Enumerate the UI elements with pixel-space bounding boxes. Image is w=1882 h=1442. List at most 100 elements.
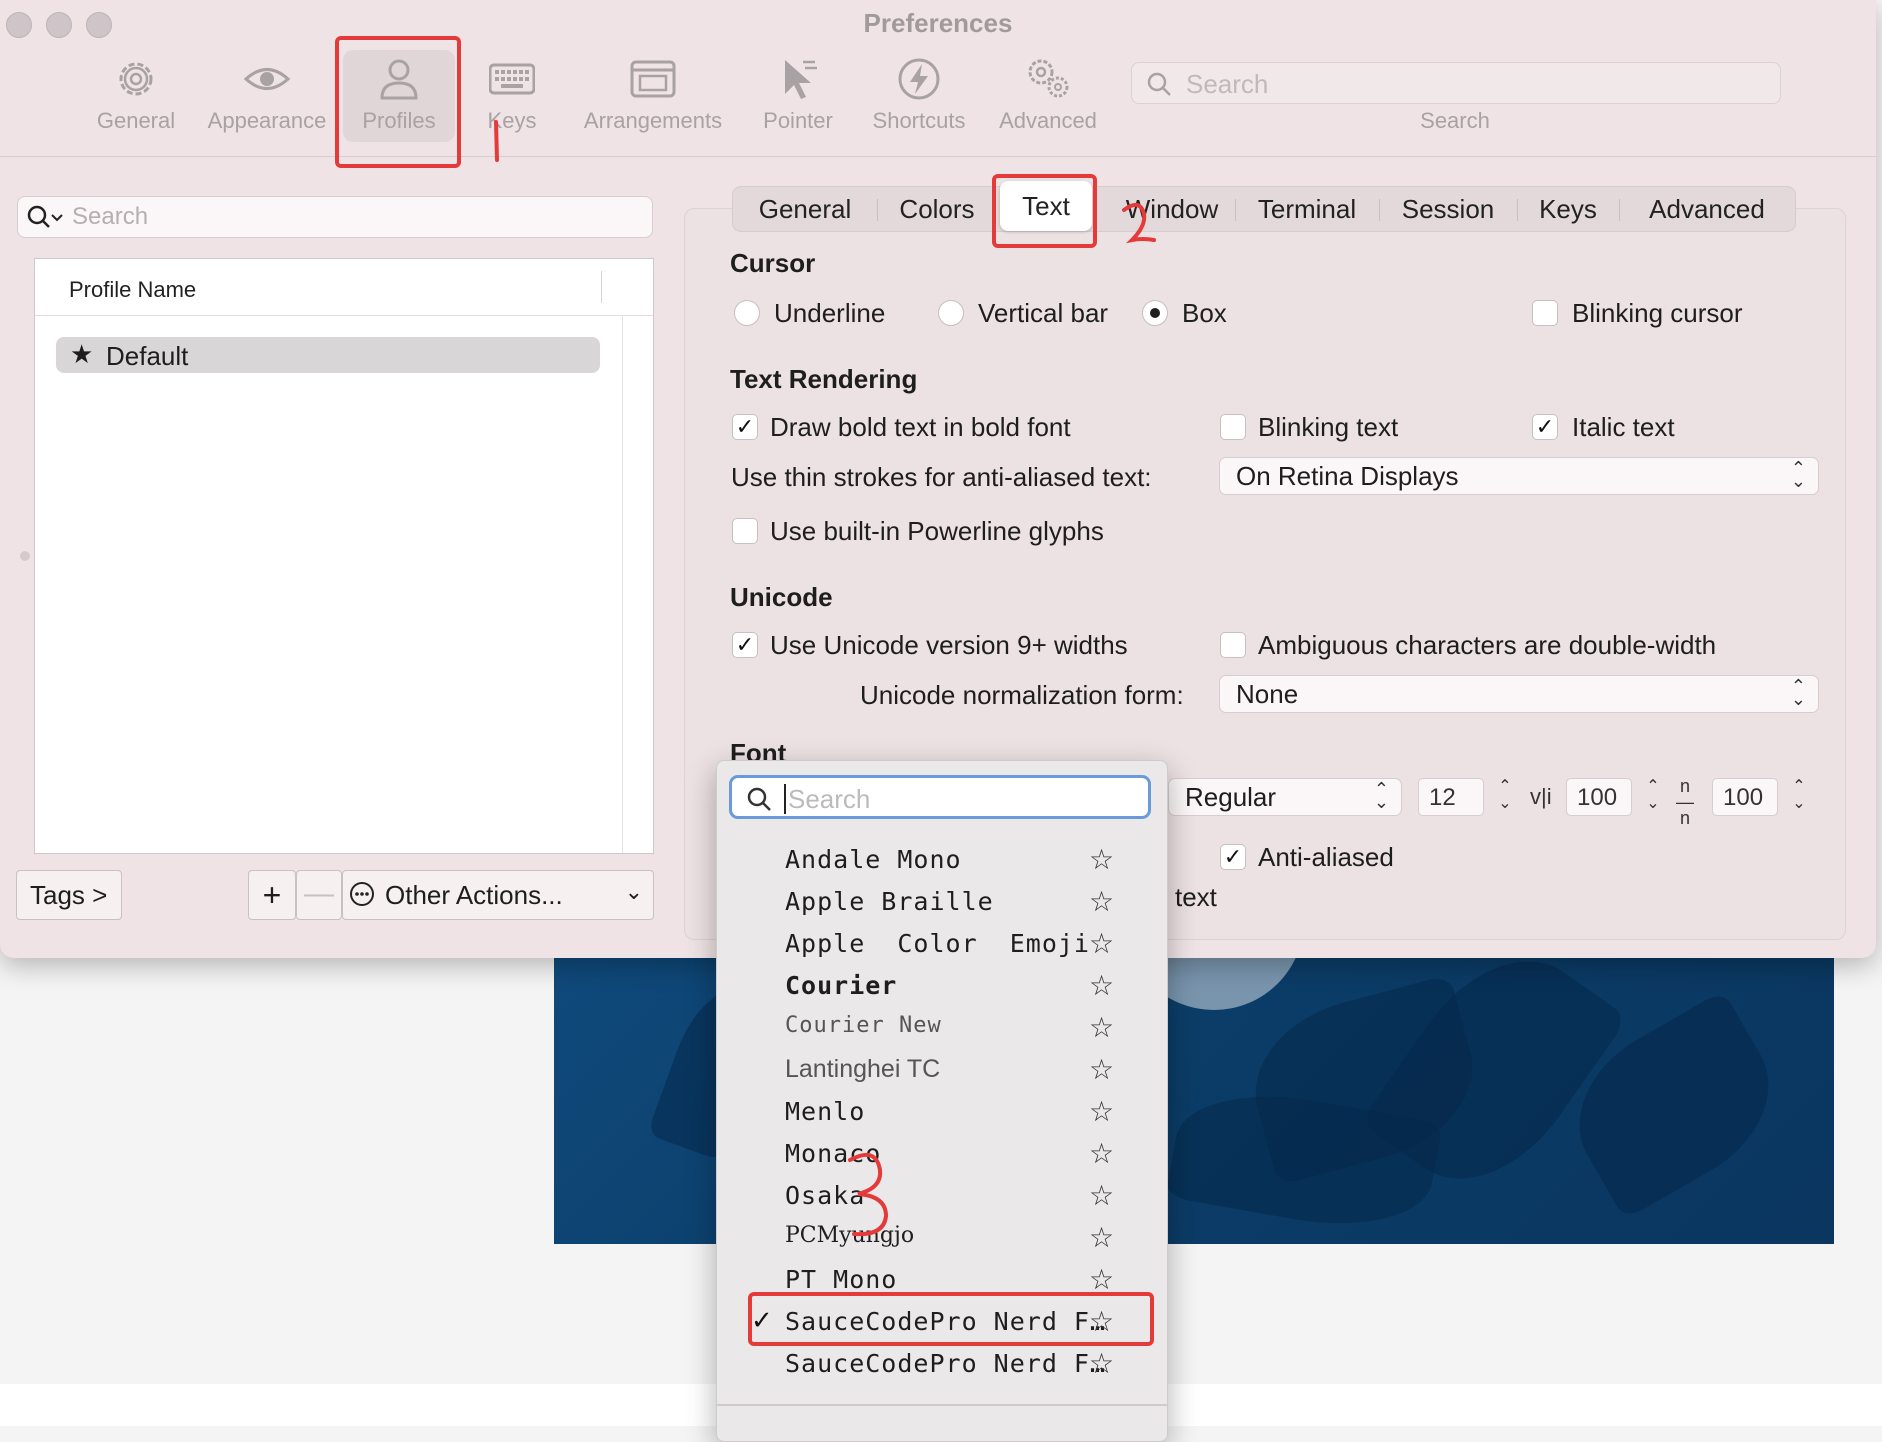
cursor-box-radio[interactable] <box>1142 300 1168 326</box>
font-item-pcmyungjo[interactable]: PCMyungjo ☆ <box>717 1217 1167 1259</box>
cursor-box-label: Box <box>1182 298 1227 328</box>
font-name: Menlo <box>785 1097 866 1126</box>
cursor-vertical-bar-radio[interactable] <box>938 300 964 326</box>
italic-text-label: Italic text <box>1572 412 1675 442</box>
favorite-star-icon[interactable]: ☆ <box>1089 1179 1114 1212</box>
windows-icon <box>630 60 676 98</box>
font-name: SauceCodePro Nerd F… <box>785 1349 1107 1378</box>
font-item-lantinghei-tc[interactable]: Lantinghei TC ☆ <box>717 1049 1167 1091</box>
eye-icon <box>244 68 290 90</box>
toolbar-advanced[interactable]: Advanced <box>996 56 1100 134</box>
font-item-courier[interactable]: Courier ☆ <box>717 965 1167 1007</box>
vertical-spacing-stepper[interactable]: ⌃ ⌄ <box>1640 778 1666 816</box>
profile-table: Profile Name ★ Default <box>34 258 654 854</box>
toolbar-arrangements[interactable]: Arrangements <box>578 56 728 134</box>
font-item-saucecodepro-nerd[interactable]: SauceCodePro Nerd F… ☆ <box>717 1343 1167 1385</box>
blinking-text-label: Blinking text <box>1258 412 1399 442</box>
toolbar-shortcuts[interactable]: Shortcuts <box>866 56 972 134</box>
chevron-down-icon: ⌄ <box>624 879 643 904</box>
remove-profile-button[interactable]: — <box>296 870 342 920</box>
blinking-cursor-checkbox[interactable] <box>1532 300 1558 326</box>
thin-strokes-select[interactable]: On Retina Displays ⌃ ⌄ <box>1219 457 1819 495</box>
other-actions-button[interactable]: Other Actions... ⌄ <box>342 870 654 920</box>
font-item-menlo[interactable]: Menlo ☆ <box>717 1091 1167 1133</box>
tab-general[interactable]: General <box>733 187 877 231</box>
ambiguous-width-label: Ambiguous characters are double-width <box>1258 630 1717 660</box>
annotation-box-profiles <box>335 36 461 168</box>
cursor-underline-radio[interactable] <box>734 300 760 326</box>
gears-icon <box>1028 59 1069 98</box>
toolbar-label: Shortcuts <box>872 108 966 133</box>
search-caption: Search <box>1420 108 1490 133</box>
font-name: Courier New <box>785 1013 942 1038</box>
font-item-courier-new[interactable]: Courier New ☆ <box>717 1007 1167 1049</box>
toolbar-general[interactable]: General <box>88 56 184 134</box>
toolbar: Preferences General Appearance Profiles … <box>0 0 1876 157</box>
tab-session[interactable]: Session <box>1379 187 1517 231</box>
vertical-spacing-field[interactable]: 100 <box>1566 778 1632 816</box>
font-size-field[interactable]: 12 <box>1418 778 1484 816</box>
font-item-apple-braille[interactable]: Apple Braille ☆ <box>717 881 1167 923</box>
font-name: PT Mono <box>785 1265 898 1294</box>
font-item-monaco[interactable]: Monaco ☆ <box>717 1133 1167 1175</box>
font-style-select[interactable]: Regular ⌃ ⌄ <box>1168 778 1402 816</box>
anti-aliased-checkbox[interactable]: ✓ <box>1220 844 1246 870</box>
horizontal-spacing-stepper[interactable]: ⌃ ⌄ <box>1786 778 1812 816</box>
favorite-star-icon[interactable]: ☆ <box>1089 969 1114 1002</box>
favorite-star-icon[interactable]: ☆ <box>1089 885 1114 918</box>
toolbar-label: Arrangements <box>583 108 723 133</box>
text-caret <box>784 784 786 814</box>
split-view-handle[interactable] <box>20 551 30 561</box>
favorite-star-icon[interactable]: ☆ <box>1089 1347 1114 1380</box>
horizontal-spacing-field[interactable]: 100 <box>1712 778 1778 816</box>
favorite-star-icon[interactable]: ☆ <box>1089 1011 1114 1044</box>
column-header-profile-name: Profile Name <box>69 277 197 302</box>
font-search-field[interactable]: Search <box>729 775 1151 819</box>
profile-search-field[interactable]: Search <box>17 196 653 238</box>
up-down-chevron-icon: ⌃ ⌄ <box>1373 779 1389 812</box>
annotation-step-2 <box>1122 202 1156 244</box>
annotation-step-1 <box>494 120 499 162</box>
search-icon <box>1147 72 1171 96</box>
font-item-apple-color-emoji[interactable]: Apple Color Emoji ☆ <box>717 923 1167 965</box>
normalization-select[interactable]: None ⌃ ⌄ <box>1219 675 1819 713</box>
italic-text-checkbox[interactable]: ✓ <box>1532 414 1558 440</box>
preferences-search-field[interactable]: Search <box>1131 62 1781 104</box>
unicode-widths-checkbox[interactable]: ✓ <box>732 632 758 658</box>
powerline-checkbox[interactable] <box>732 518 758 544</box>
favorite-star-icon[interactable]: ☆ <box>1089 1095 1114 1128</box>
add-profile-button[interactable]: + <box>248 870 296 920</box>
blinking-text-checkbox[interactable] <box>1220 414 1246 440</box>
font-size-stepper[interactable]: ⌃ ⌄ <box>1492 778 1518 816</box>
profile-row-default[interactable]: ★ Default <box>56 337 600 373</box>
thin-strokes-label: Use thin strokes for anti-aliased text: <box>731 462 1152 492</box>
font-item-andale-mono[interactable]: Andale Mono ☆ <box>717 839 1167 881</box>
tags-button[interactable]: Tags > <box>16 870 122 920</box>
toolbar-label: General <box>96 108 176 133</box>
toolbar-appearance[interactable]: Appearance <box>204 56 330 134</box>
favorite-star-icon[interactable]: ☆ <box>1089 927 1114 960</box>
tab-colors[interactable]: Colors <box>877 187 997 231</box>
font-style-value: Regular <box>1185 782 1277 812</box>
keyboard-icon <box>489 63 535 95</box>
tab-terminal[interactable]: Terminal <box>1235 187 1379 231</box>
profile-table-header[interactable]: Profile Name <box>35 259 653 316</box>
search-icon <box>747 787 771 811</box>
ambiguous-width-checkbox[interactable] <box>1220 632 1246 658</box>
ellipsis-circle-icon <box>350 882 374 906</box>
favorite-star-icon[interactable]: ☆ <box>1089 1137 1114 1170</box>
favorite-star-icon[interactable]: ☆ <box>1089 1221 1114 1254</box>
tab-keys[interactable]: Keys <box>1517 187 1619 231</box>
font-search-placeholder: Search <box>788 784 871 814</box>
tab-advanced[interactable]: Advanced <box>1619 187 1795 231</box>
column-separator <box>601 271 602 303</box>
normalization-label: Unicode normalization form: <box>860 680 1184 710</box>
profile-tab-bar: General Colors Window Terminal Session K… <box>732 186 1796 232</box>
toolbar-pointer[interactable]: Pointer <box>756 56 840 134</box>
favorite-star-icon[interactable]: ☆ <box>1089 843 1114 876</box>
blinking-cursor-label: Blinking cursor <box>1572 298 1743 328</box>
font-item-osaka[interactable]: Osaka ☆ <box>717 1175 1167 1217</box>
favorite-star-icon[interactable]: ☆ <box>1089 1053 1114 1086</box>
bold-font-checkbox[interactable]: ✓ <box>732 414 758 440</box>
gear-icon <box>119 62 153 96</box>
